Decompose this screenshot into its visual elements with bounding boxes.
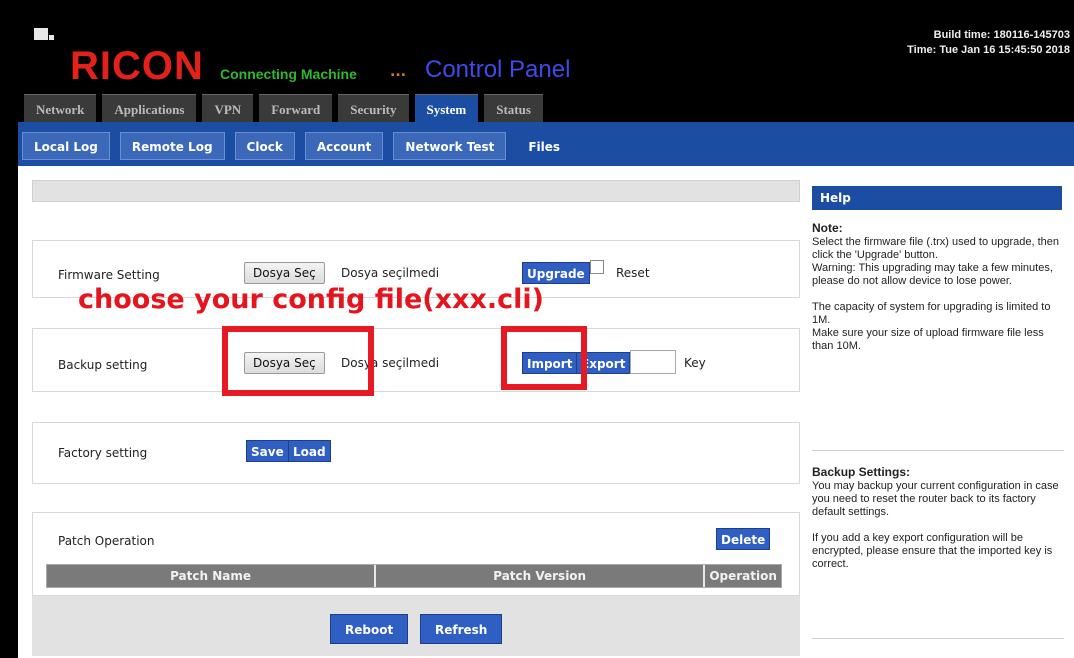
key-input[interactable] <box>630 350 676 374</box>
help-note-heading: Note: <box>812 221 843 235</box>
subtab-files[interactable]: Files <box>516 132 573 160</box>
factory-label: Factory setting <box>58 446 148 460</box>
column-patch-version: Patch Version <box>376 565 706 587</box>
help-note-4: Make sure your size of upload firmware f… <box>812 327 1044 352</box>
help-title: Help <box>812 186 1062 210</box>
tab-vpn[interactable]: VPN <box>202 94 254 122</box>
delete-button[interactable]: Delete <box>716 528 771 550</box>
help-note-1: Select the firmware file (.trx) used to … <box>812 236 1060 261</box>
footer-bar <box>32 596 800 656</box>
tab-security[interactable]: Security <box>338 94 409 122</box>
column-patch-name: Patch Name <box>47 565 377 587</box>
firmware-label: Firmware Setting <box>58 268 160 282</box>
patch-label: Patch Operation <box>58 534 155 548</box>
build-info: Build time: 180116-145703 Time: Tue Jan … <box>907 28 1070 58</box>
help-backup-heading: Backup Settings: <box>812 465 911 479</box>
tab-system[interactable]: System <box>414 94 479 122</box>
help-divider-bottom <box>812 638 1064 639</box>
subtab-local-log[interactable]: Local Log <box>22 132 110 160</box>
column-operation: Operation <box>709 569 777 583</box>
key-label: Key <box>684 356 706 370</box>
sub-nav-tabs: Local Log Remote Log Clock Account Netwo… <box>22 132 573 160</box>
highlight-import-button <box>501 326 587 390</box>
save-button[interactable]: Save <box>246 440 289 462</box>
reset-checkbox[interactable] <box>590 260 604 274</box>
firmware-file-button[interactable]: Dosya Seç <box>244 262 325 284</box>
subtab-account[interactable]: Account <box>304 132 384 160</box>
brand-logo-text: RICON <box>70 44 204 88</box>
router-control-panel: RICON Connecting Machine ... Control Pan… <box>18 10 1074 658</box>
help-note: Note: Select the firmware file (.trx) us… <box>812 222 1064 353</box>
firmware-file-status: Dosya seçilmedi <box>341 266 440 280</box>
subtab-remote-log[interactable]: Remote Log <box>119 132 225 160</box>
top-gray-bar <box>32 180 800 202</box>
main-nav-tabs: Network Applications VPN Forward Securit… <box>24 94 543 122</box>
instruction-annotation: choose your config file(xxx.cli) <box>78 284 544 315</box>
reset-label: Reset <box>616 266 650 280</box>
refresh-button[interactable]: Refresh <box>420 614 503 644</box>
help-panel: Help Note: Select the firmware file (.tr… <box>800 166 1074 658</box>
files-content-panel: Firmware Setting Dosya Seç Dosya seçilme… <box>18 166 800 658</box>
backup-label: Backup setting <box>58 358 148 372</box>
tab-network[interactable]: Network <box>24 94 97 122</box>
help-note-2: Warning: This upgrading may take a few m… <box>812 262 1053 287</box>
build-time: Build time: 180116-145703 <box>933 29 1070 41</box>
help-backup-2: If you add a key export configuration wi… <box>812 532 1053 570</box>
patch-table-header: Patch Name Patch Version Operation <box>46 564 782 588</box>
help-backup: Backup Settings: You may backup your cur… <box>812 466 1064 571</box>
brand-dots: ... <box>390 64 406 80</box>
brand-tagline: Connecting Machine <box>220 66 357 82</box>
highlight-file-button <box>222 326 374 396</box>
tab-forward[interactable]: Forward <box>259 94 333 122</box>
help-divider <box>812 450 1064 451</box>
load-button[interactable]: Load <box>288 440 331 462</box>
help-note-3: The capacity of system for upgrading is … <box>812 301 1051 326</box>
subtab-clock[interactable]: Clock <box>234 132 295 160</box>
tab-applications[interactable]: Applications <box>102 94 197 122</box>
tab-status[interactable]: Status <box>484 94 543 122</box>
upgrade-button[interactable]: Upgrade <box>522 262 590 284</box>
help-backup-1: You may backup your current configuratio… <box>812 480 1059 518</box>
reboot-button[interactable]: Reboot <box>330 614 409 644</box>
page-title: Control Panel <box>425 56 571 83</box>
subtab-network-test[interactable]: Network Test <box>393 132 507 160</box>
current-time: Time: Tue Jan 16 15:45:50 2018 <box>907 44 1070 56</box>
